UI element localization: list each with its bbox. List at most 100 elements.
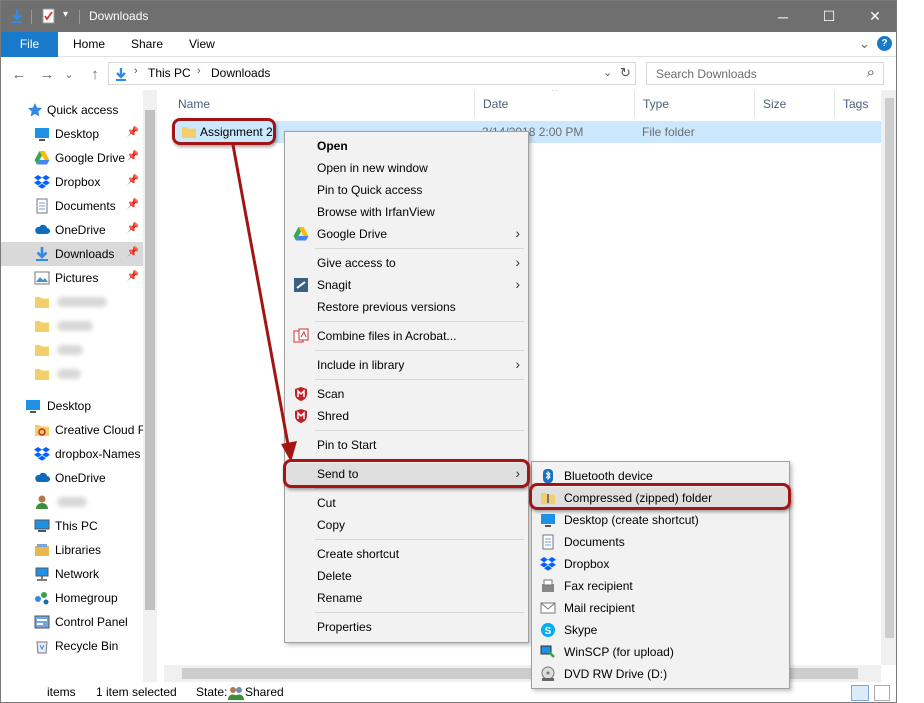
pin-icon[interactable]: 📌 xyxy=(127,223,139,234)
menu-item-pin-quick-access[interactable]: Pin to Quick access xyxy=(285,179,528,201)
menu-item-label: Copy xyxy=(317,518,346,532)
menu-item-properties[interactable]: Properties xyxy=(285,616,528,638)
tab-home[interactable]: Home xyxy=(69,32,109,57)
refresh-icon[interactable]: ↻ xyxy=(620,65,631,81)
pin-icon[interactable]: 📌 xyxy=(127,199,139,210)
minimize-button[interactable]: ─ xyxy=(760,1,806,32)
sidebar-item-folder[interactable] xyxy=(1,338,143,362)
maximize-button[interactable]: ☐ xyxy=(806,1,852,32)
sidebar-item-dropbox[interactable]: Dropbox 📌 xyxy=(1,170,143,194)
menu-item-scan[interactable]: Scan xyxy=(285,383,528,405)
sidebar-item-onedrive[interactable]: OneDrive 📌 xyxy=(1,218,143,242)
menu-item-dropbox[interactable]: Dropbox xyxy=(532,553,789,575)
tab-file[interactable]: File xyxy=(1,32,58,57)
up-button[interactable]: ↑ xyxy=(85,64,105,84)
search-input[interactable]: Search Downloads ⌕ xyxy=(646,62,884,85)
menu-item-browse-irfanview[interactable]: Browse with IrfanView xyxy=(285,201,528,223)
breadcrumb-separator-icon[interactable]: › xyxy=(197,65,201,77)
sidebar-item-quick-access[interactable]: Quick access xyxy=(1,98,143,122)
column-name[interactable]: Name xyxy=(170,90,475,118)
address-bar[interactable]: › This PC › Downloads ⌄ ↻ xyxy=(108,62,636,85)
file-type: File folder xyxy=(642,125,695,139)
dropbox-icon xyxy=(34,447,50,461)
close-button[interactable]: ✕ xyxy=(852,1,896,32)
menu-item-skype[interactable]: S Skype xyxy=(532,619,789,641)
sidebar-item-google-drive[interactable]: Google Drive 📌 xyxy=(1,146,143,170)
file-list-scrollbar[interactable] xyxy=(881,90,896,665)
menu-item-restore-versions[interactable]: Restore previous versions xyxy=(285,296,528,318)
menu-item-mail[interactable]: Mail recipient xyxy=(532,597,789,619)
recent-locations-button[interactable]: ⌄ xyxy=(63,64,75,84)
sidebar-item-recycle-bin[interactable]: Recycle Bin xyxy=(1,634,143,658)
help-icon[interactable]: ? xyxy=(877,36,892,51)
breadcrumb-downloads[interactable]: Downloads xyxy=(211,66,270,80)
pin-icon[interactable]: 📌 xyxy=(127,247,139,258)
menu-item-google-drive[interactable]: Google Drive › xyxy=(285,223,528,245)
column-size[interactable]: Size xyxy=(755,90,835,118)
menu-item-shred[interactable]: Shred xyxy=(285,405,528,427)
sidebar-item-folder[interactable] xyxy=(1,314,143,338)
menu-item-copy[interactable]: Copy xyxy=(285,514,528,536)
column-tags[interactable]: Tags xyxy=(835,90,881,118)
address-dropdown-icon[interactable]: ⌄ xyxy=(603,66,612,79)
menu-item-fax[interactable]: Fax recipient xyxy=(532,575,789,597)
pin-icon[interactable]: 📌 xyxy=(127,127,139,138)
sidebar-item-downloads[interactable]: Downloads 📌 xyxy=(1,242,143,266)
sidebar-item-network[interactable]: Network xyxy=(1,562,143,586)
sidebar-item-libraries[interactable]: Libraries xyxy=(1,538,143,562)
sidebar-item-label: This PC xyxy=(55,519,98,533)
sidebar-item-dropbox-names[interactable]: dropbox-Names xyxy=(1,442,143,466)
tab-view[interactable]: View xyxy=(185,32,219,57)
column-type[interactable]: Type xyxy=(635,90,755,118)
large-icons-view-icon[interactable] xyxy=(874,685,890,701)
pin-icon[interactable]: 📌 xyxy=(127,271,139,282)
menu-item-pin-start[interactable]: Pin to Start xyxy=(285,434,528,456)
ribbon-expand-icon[interactable]: ⌄ xyxy=(859,36,870,52)
google-drive-icon xyxy=(293,227,309,241)
breadcrumb-this-pc[interactable]: This PC xyxy=(148,66,191,80)
search-icon[interactable]: ⌕ xyxy=(867,64,875,81)
sidebar-item-desktop-root[interactable]: Desktop xyxy=(1,394,143,418)
sidebar-item-creative-cloud[interactable]: Creative Cloud F xyxy=(1,418,145,442)
menu-item-open-new-window[interactable]: Open in new window xyxy=(285,157,528,179)
menu-item-documents[interactable]: Documents xyxy=(532,531,789,553)
sidebar-item-this-pc[interactable]: This PC xyxy=(1,514,143,538)
sidebar-item-documents[interactable]: Documents 📌 xyxy=(1,194,143,218)
menu-item-create-shortcut[interactable]: Create shortcut xyxy=(285,543,528,565)
menu-item-combine-acrobat[interactable]: Combine files in Acrobat... xyxy=(285,325,528,347)
breadcrumb-separator-icon[interactable]: › xyxy=(134,65,138,77)
pin-icon[interactable]: 📌 xyxy=(127,175,139,186)
menu-item-rename[interactable]: Rename xyxy=(285,587,528,609)
menu-item-cut[interactable]: Cut xyxy=(285,492,528,514)
menu-item-snagit[interactable]: Snagit › xyxy=(285,274,528,296)
back-button[interactable]: ← xyxy=(9,64,29,84)
pin-icon[interactable]: 📌 xyxy=(127,151,139,162)
menu-item-winscp[interactable]: WinSCP (for upload) xyxy=(532,641,789,663)
menu-item-label: Google Drive xyxy=(317,227,388,241)
menu-item-dvd-drive[interactable]: DVD RW Drive (D:) xyxy=(532,663,789,685)
menu-item-open[interactable]: Open xyxy=(285,135,528,157)
menu-item-include-library[interactable]: Include in library › xyxy=(285,354,528,376)
sidebar-item-pictures[interactable]: Pictures 📌 xyxy=(1,266,143,290)
tab-share[interactable]: Share xyxy=(127,32,167,57)
menu-item-delete[interactable]: Delete xyxy=(285,565,528,587)
menu-item-desktop-shortcut[interactable]: Desktop (create shortcut) xyxy=(532,509,789,531)
quick-access-toolbar-dropdown-icon[interactable]: ▾ xyxy=(63,9,68,20)
sidebar-item-folder[interactable] xyxy=(1,362,143,386)
creative-cloud-icon xyxy=(35,425,49,436)
forward-button[interactable]: → xyxy=(37,64,57,84)
sidebar-item-desktop[interactable]: Desktop 📌 xyxy=(1,122,143,146)
sidebar-item-onedrive-2[interactable]: OneDrive xyxy=(1,466,143,490)
menu-item-give-access[interactable]: Give access to › xyxy=(285,252,528,274)
title-bar: ▾ Downloads ─ ☐ ✕ xyxy=(1,1,896,32)
sidebar-item-folder[interactable] xyxy=(1,290,143,314)
sidebar-scrollbar-thumb[interactable] xyxy=(145,110,155,610)
sidebar-item-user[interactable] xyxy=(1,490,143,514)
sidebar-item-homegroup[interactable]: Homegroup xyxy=(1,586,143,610)
downloads-icon[interactable] xyxy=(9,8,25,24)
properties-icon[interactable] xyxy=(41,8,57,24)
menu-separator xyxy=(315,539,524,540)
file-list-scrollbar-thumb[interactable] xyxy=(885,98,894,638)
sidebar-item-control-panel[interactable]: Control Panel xyxy=(1,610,143,634)
details-view-icon[interactable] xyxy=(851,685,869,701)
